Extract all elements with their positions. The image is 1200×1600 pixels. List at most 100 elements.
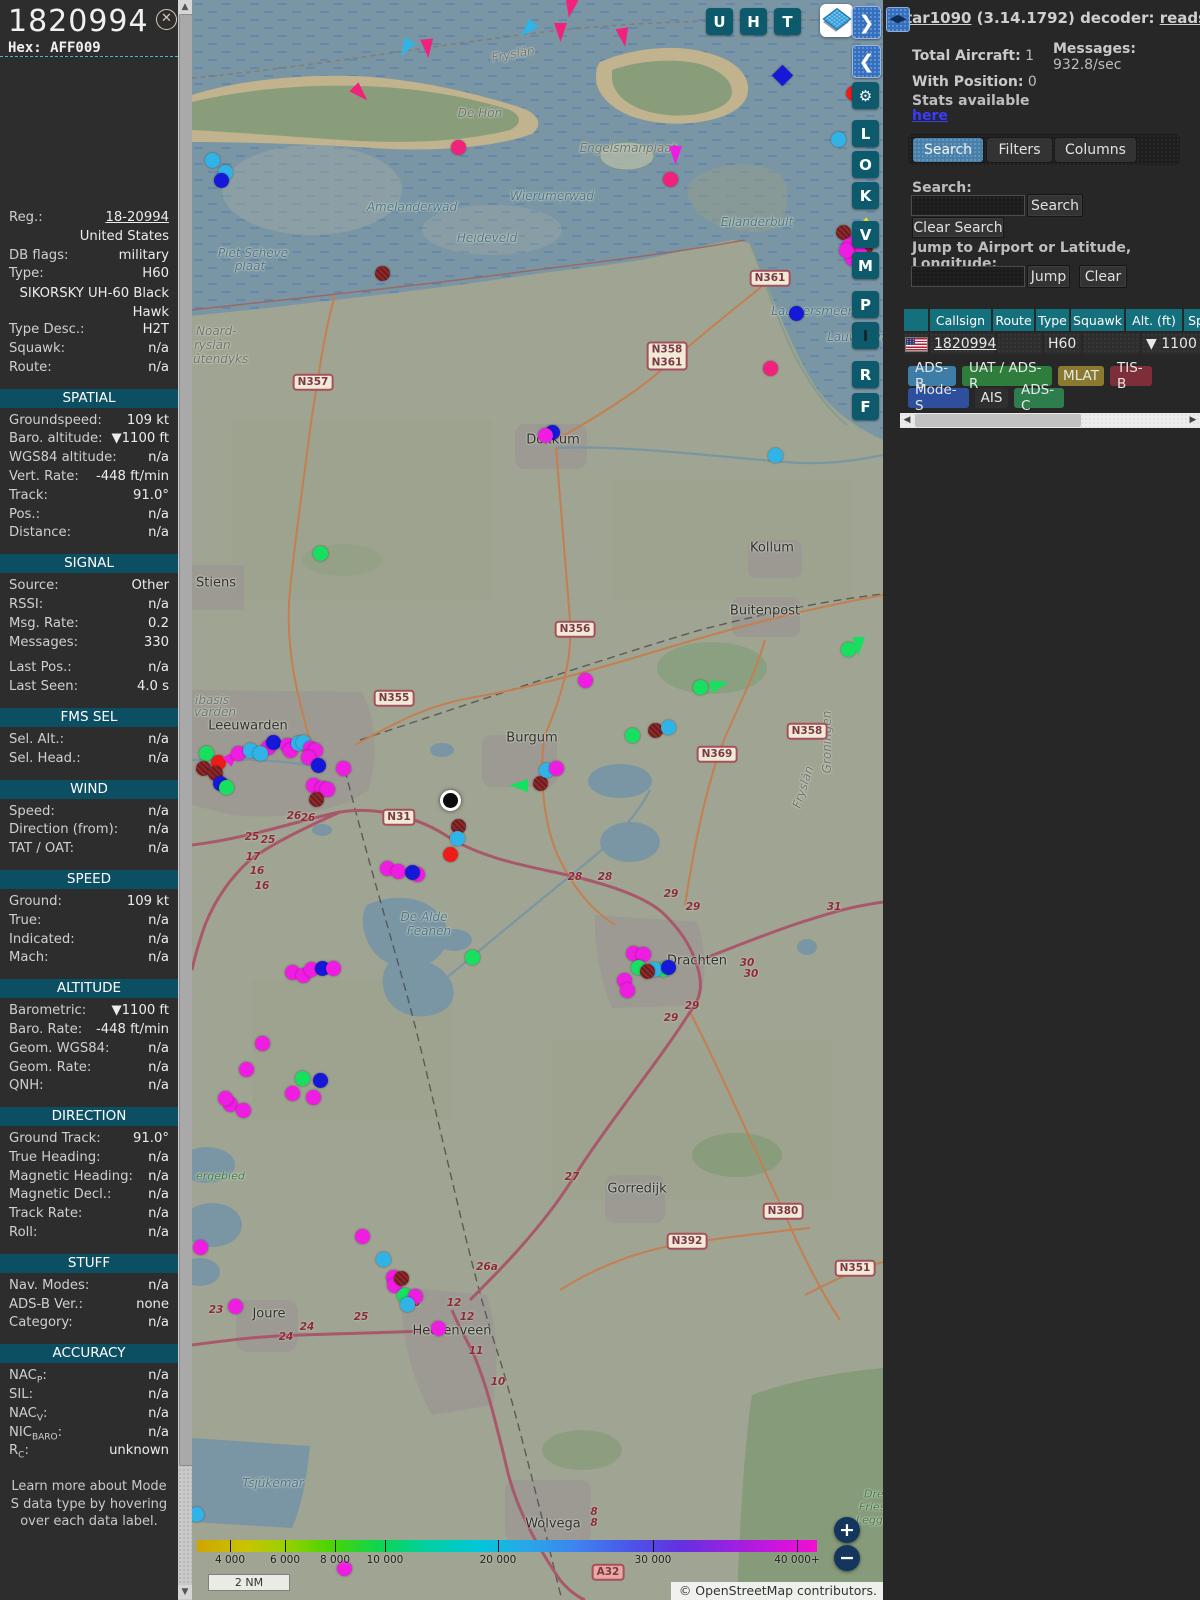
scroll-left-icon[interactable]: ◀ bbox=[900, 413, 914, 428]
aircraft-marker[interactable] bbox=[399, 1296, 415, 1312]
aircraft-marker[interactable] bbox=[639, 963, 655, 979]
aircraft-marker[interactable] bbox=[662, 171, 678, 187]
aircraft-marker[interactable] bbox=[310, 757, 326, 773]
column-header-Sp[interactable]: Sp bbox=[1184, 309, 1200, 331]
tab-search[interactable]: Search bbox=[912, 137, 984, 163]
data-value[interactable]: 18-20994 bbox=[106, 210, 170, 225]
legend-tis-b[interactable]: TIS-B bbox=[1110, 360, 1152, 392]
aircraft-marker[interactable] bbox=[227, 1298, 243, 1314]
aircraft-marker[interactable] bbox=[430, 1320, 446, 1336]
aircraft-marker[interactable] bbox=[238, 1061, 254, 1077]
legend-ais[interactable]: AIS bbox=[975, 388, 1008, 408]
aircraft-marker[interactable] bbox=[660, 959, 676, 975]
jump-button[interactable]: Jump bbox=[1027, 265, 1070, 288]
aircraft-marker[interactable] bbox=[192, 1506, 204, 1522]
aircraft-marker[interactable] bbox=[252, 745, 268, 761]
tar1090-link[interactable]: tar1090 bbox=[905, 9, 971, 27]
aircraft-marker[interactable] bbox=[624, 727, 640, 743]
aircraft-marker[interactable] bbox=[312, 1072, 328, 1088]
aircraft-marker[interactable] bbox=[213, 172, 229, 188]
column-header-Squawk[interactable]: Squawk bbox=[1071, 309, 1124, 331]
legend-mlat[interactable]: MLAT bbox=[1058, 366, 1104, 386]
aircraft-marker[interactable] bbox=[254, 1035, 270, 1051]
panel-horizontal-scrollbar[interactable]: ◀ ▶ bbox=[900, 413, 1200, 428]
map-button-v[interactable]: V bbox=[852, 221, 879, 248]
aircraft-marker[interactable] bbox=[449, 830, 465, 846]
aircraft-marker[interactable] bbox=[192, 1239, 208, 1255]
map-button-i[interactable]: I bbox=[852, 322, 879, 349]
aircraft-marker[interactable] bbox=[354, 1228, 370, 1244]
map-button-r[interactable]: R bbox=[852, 361, 879, 388]
scroll-down-icon[interactable]: ▼ bbox=[178, 1585, 192, 1599]
callsign-cell[interactable]: 1820994 bbox=[930, 333, 996, 354]
map-button-k[interactable]: K bbox=[852, 182, 879, 209]
aircraft-marker[interactable] bbox=[335, 760, 351, 776]
aircraft-marker[interactable] bbox=[450, 139, 466, 155]
column-header-Callsign[interactable]: Callsign bbox=[930, 309, 991, 331]
legend-ads-c[interactable]: ADS-C bbox=[1014, 382, 1064, 414]
aircraft-marker[interactable] bbox=[218, 779, 234, 795]
aircraft-marker[interactable] bbox=[788, 305, 804, 321]
search-button[interactable]: Search bbox=[1027, 194, 1083, 217]
aircraft-marker[interactable] bbox=[537, 427, 553, 443]
aircraft-marker[interactable] bbox=[619, 982, 635, 998]
aircraft-marker[interactable] bbox=[265, 734, 281, 750]
aircraft-marker[interactable] bbox=[294, 1070, 310, 1086]
map-button-u[interactable]: U bbox=[706, 8, 733, 35]
map-button-t[interactable]: T bbox=[774, 8, 801, 35]
zoom-in-button[interactable]: + bbox=[834, 1517, 860, 1543]
aircraft-marker[interactable] bbox=[393, 1270, 409, 1286]
stats-here-link[interactable]: here bbox=[912, 108, 948, 124]
aircraft-marker[interactable] bbox=[577, 672, 593, 688]
legend-mode-s[interactable]: Mode-S bbox=[908, 382, 969, 414]
aircraft-marker[interactable] bbox=[548, 760, 564, 776]
aircraft-marker[interactable] bbox=[442, 846, 458, 862]
aircraft-marker[interactable] bbox=[660, 719, 676, 735]
tab-filters[interactable]: Filters bbox=[986, 137, 1053, 163]
aircraft-marker[interactable] bbox=[464, 949, 480, 965]
selected-aircraft-marker[interactable] bbox=[439, 789, 461, 811]
column-header-Type[interactable]: Type bbox=[1036, 309, 1069, 331]
aircraft-marker[interactable] bbox=[374, 265, 390, 281]
sidebar-scrollbar[interactable]: ▲ ▼ bbox=[178, 0, 193, 1600]
search-input[interactable] bbox=[911, 195, 1025, 216]
aircraft-marker[interactable] bbox=[762, 360, 778, 376]
aircraft-marker[interactable] bbox=[325, 960, 341, 976]
collapse-icon[interactable]: ❮ bbox=[852, 45, 881, 78]
aircraft-marker[interactable] bbox=[532, 775, 548, 791]
aircraft-marker[interactable] bbox=[308, 791, 324, 807]
close-icon[interactable]: ✕ bbox=[156, 9, 177, 30]
layers-icon[interactable] bbox=[820, 4, 853, 37]
aircraft-marker[interactable] bbox=[375, 1251, 391, 1267]
map-button-o[interactable]: O bbox=[852, 151, 879, 178]
aircraft-marker[interactable] bbox=[767, 447, 783, 463]
clear-button[interactable]: Clear bbox=[1079, 265, 1127, 288]
aircraft-marker[interactable] bbox=[312, 545, 328, 561]
aircraft-marker[interactable] bbox=[204, 152, 220, 168]
clear-search-button[interactable]: Clear Search bbox=[912, 217, 1004, 238]
aircraft-marker[interactable] bbox=[840, 641, 856, 657]
aircraft-marker[interactable] bbox=[217, 1090, 233, 1106]
aircraft-marker[interactable] bbox=[390, 863, 406, 879]
map-button-m[interactable]: M bbox=[852, 252, 879, 279]
zoom-out-button[interactable]: − bbox=[834, 1545, 860, 1571]
readsb-link[interactable]: readsb bbox=[1160, 9, 1200, 27]
panel-scrollbar-thumb[interactable] bbox=[915, 414, 1081, 427]
aircraft-marker[interactable] bbox=[284, 1085, 300, 1101]
column-header-flag[interactable] bbox=[904, 309, 928, 331]
map-button-p[interactable]: P bbox=[852, 291, 879, 318]
aircraft-marker[interactable] bbox=[235, 1102, 251, 1118]
aircraft-marker[interactable] bbox=[830, 131, 846, 147]
expand-icon[interactable]: ❯ bbox=[852, 6, 881, 39]
column-header-Alt. (ft)[interactable]: Alt. (ft) bbox=[1126, 309, 1182, 331]
scroll-right-icon[interactable]: ▶ bbox=[1186, 413, 1200, 428]
map-button-l[interactable]: L bbox=[852, 120, 879, 147]
aircraft-marker[interactable] bbox=[305, 1089, 321, 1105]
aircraft-marker[interactable] bbox=[404, 864, 420, 880]
scroll-up-icon[interactable]: ▲ bbox=[178, 0, 192, 14]
map-button-h[interactable]: H bbox=[740, 8, 767, 35]
map-canvas[interactable]: Dokkum Kollum Buitenpost Stiens Leeuwarden Bu… bbox=[192, 0, 883, 1600]
tab-columns[interactable]: Columns bbox=[1054, 137, 1137, 163]
column-header-Route[interactable]: Route bbox=[993, 309, 1034, 331]
aircraft-marker[interactable] bbox=[692, 679, 708, 695]
